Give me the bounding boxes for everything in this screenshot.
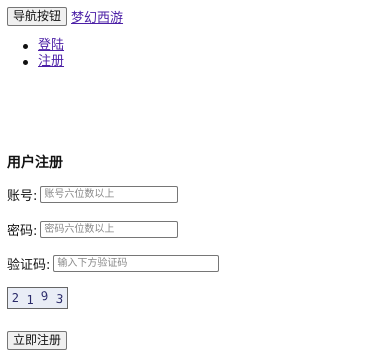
brand-link[interactable]: 梦幻西游	[71, 7, 123, 26]
captcha-label: 验证码:	[7, 258, 51, 273]
captcha-char: 2	[11, 291, 19, 305]
captcha-row: 验证码:	[7, 254, 220, 273]
account-row: 账号:	[7, 185, 179, 204]
captcha-char: 9	[40, 288, 50, 304]
password-input[interactable]	[40, 221, 179, 238]
register-link[interactable]: 注册	[38, 54, 64, 69]
captcha-char: 3	[55, 291, 64, 307]
password-label: 密码:	[7, 224, 38, 239]
captcha-input[interactable]	[53, 255, 220, 272]
nav-item-login: 登陆	[23, 38, 64, 54]
account-label: 账号:	[7, 189, 38, 204]
captcha-char: 1	[26, 293, 34, 307]
register-submit-button[interactable]: 立即注册	[7, 331, 68, 350]
account-input[interactable]	[40, 186, 179, 203]
password-row: 密码:	[7, 220, 179, 239]
nav-menu: 登陆 注册	[23, 38, 64, 70]
top-nav: 导航按钮 梦幻西游	[7, 7, 123, 26]
nav-item-register: 注册	[23, 54, 64, 70]
login-link[interactable]: 登陆	[38, 38, 64, 53]
page: 导航按钮 梦幻西游 登陆 注册 用户注册 账号: 密码: 验证码: 2 1 9 …	[0, 0, 392, 356]
nav-toggle-button[interactable]: 导航按钮	[7, 7, 68, 26]
form-title: 用户注册	[7, 155, 63, 171]
captcha-image[interactable]: 2 1 9 3	[7, 287, 68, 309]
